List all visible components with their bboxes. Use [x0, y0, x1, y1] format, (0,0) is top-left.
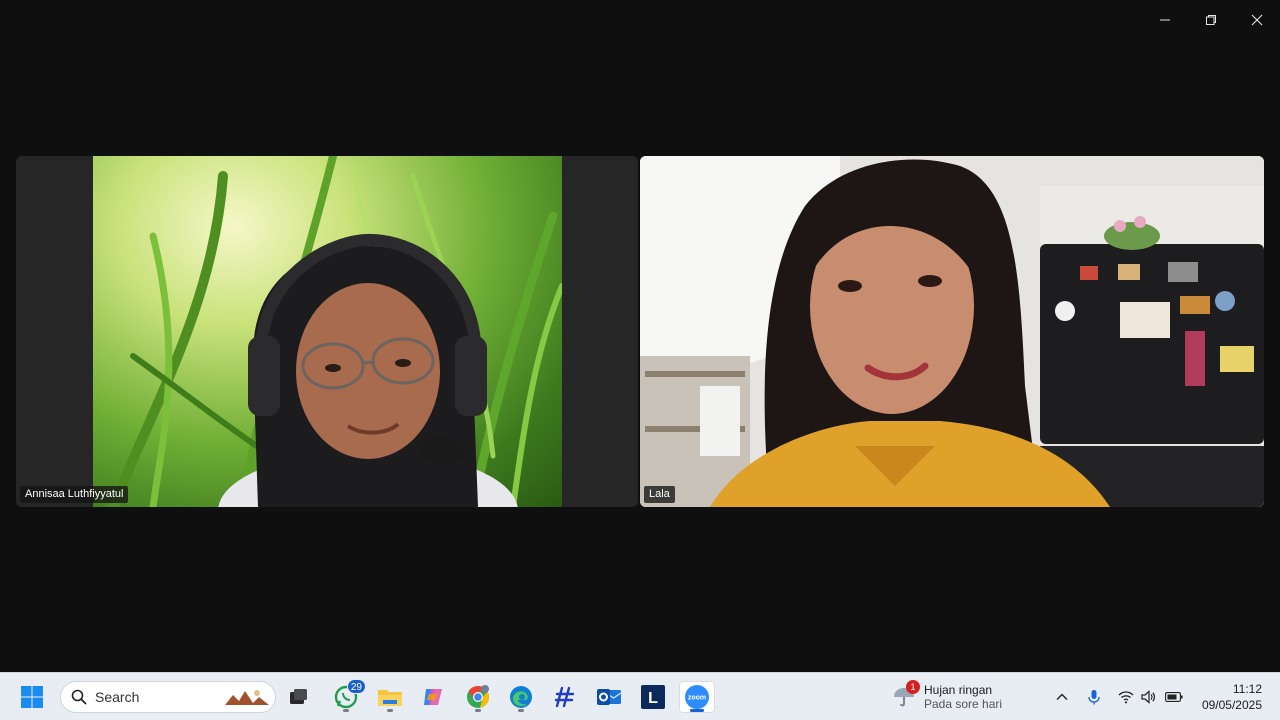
windows-icon: [21, 686, 43, 708]
taskbar-chrome[interactable]: [460, 681, 496, 713]
l-app-label: L: [648, 690, 658, 707]
participant-name-tag: Annisaa Luthfiyyatul: [20, 486, 129, 503]
restore-icon: [1206, 15, 1216, 25]
running-indicator: [690, 709, 704, 712]
taskbar-file-explorer[interactable]: [372, 681, 408, 713]
participant-name-tag: Lala: [644, 486, 675, 503]
start-button[interactable]: [14, 681, 50, 713]
clock-time: 11:12: [1232, 682, 1262, 696]
copilot-icon: [424, 689, 442, 705]
chevron-up-icon: [1056, 693, 1068, 700]
weather-widget[interactable]: 1 Hujan ringan Pada sore hari: [892, 679, 1002, 715]
taskbar-outlook[interactable]: [591, 681, 627, 713]
zoom-logo-label: zoom: [688, 695, 706, 702]
running-indicator: [518, 709, 524, 712]
taskbar-zoom[interactable]: zoom: [679, 681, 715, 713]
search-highlight-icon: [225, 690, 269, 705]
notification-badge: 29: [346, 679, 366, 694]
restore-button[interactable]: [1188, 0, 1234, 40]
running-indicator: [387, 709, 393, 712]
clock-date: 09/05/2025: [1201, 698, 1262, 712]
taskbar: Search 29 L zoom 1 Hujan ringan Pada sor…: [0, 672, 1280, 720]
edge-icon: [510, 686, 532, 708]
microphone-tray-button[interactable]: [1082, 685, 1106, 709]
minimize-button[interactable]: [1142, 0, 1188, 40]
taskbar-l-app[interactable]: L: [635, 681, 671, 713]
battery-icon: [1165, 692, 1183, 702]
outlook-icon: [597, 689, 622, 705]
taskbar-whatsapp[interactable]: 29: [328, 679, 366, 713]
task-view-icon: [290, 689, 307, 704]
slash-app-icon: [554, 686, 575, 708]
speaker-icon: [1141, 690, 1156, 704]
weather-alert-badge: 1: [906, 680, 920, 694]
participant-tile-1[interactable]: Annisaa Luthfiyyatul: [16, 156, 638, 507]
system-clock[interactable]: 11:12 09/05/2025: [1202, 681, 1262, 713]
zoom-meeting-window: Annisaa Luthfiyyatul Lala: [0, 0, 1280, 672]
network-tray-button[interactable]: [1114, 685, 1138, 709]
running-indicator: [343, 709, 349, 712]
taskbar-task-view[interactable]: [280, 681, 316, 713]
participant-video-1: [93, 156, 562, 507]
search-input[interactable]: Search: [60, 681, 276, 713]
window-controls: [1142, 0, 1280, 40]
volume-tray-button[interactable]: [1136, 685, 1160, 709]
taskbar-edge[interactable]: [503, 681, 539, 713]
microphone-icon: [1088, 690, 1100, 705]
file-explorer-icon: [378, 690, 402, 706]
show-hidden-icons-button[interactable]: [1050, 685, 1074, 709]
chrome-icon: [467, 685, 489, 708]
minimize-icon: [1160, 19, 1170, 21]
weather-forecast: Pada sore hari: [924, 697, 1003, 711]
running-indicator: [475, 709, 481, 712]
participant-tile-2[interactable]: Lala: [640, 156, 1264, 507]
participant-video-2: [640, 156, 1264, 507]
close-button[interactable]: [1234, 0, 1280, 40]
video-feed-illustration: [640, 156, 1264, 507]
battery-tray-button[interactable]: [1162, 685, 1186, 709]
close-icon: [1251, 14, 1263, 26]
taskbar-slash-app[interactable]: [547, 681, 583, 713]
l-app-icon: L: [641, 685, 665, 709]
zoom-icon: zoom: [685, 685, 709, 709]
weather-condition: Hujan ringan: [924, 683, 993, 697]
search-icon: [71, 689, 87, 705]
wifi-icon: [1118, 691, 1134, 704]
search-placeholder: Search: [95, 689, 140, 705]
taskbar-copilot[interactable]: [415, 681, 451, 713]
video-feed-illustration: [108, 156, 562, 507]
